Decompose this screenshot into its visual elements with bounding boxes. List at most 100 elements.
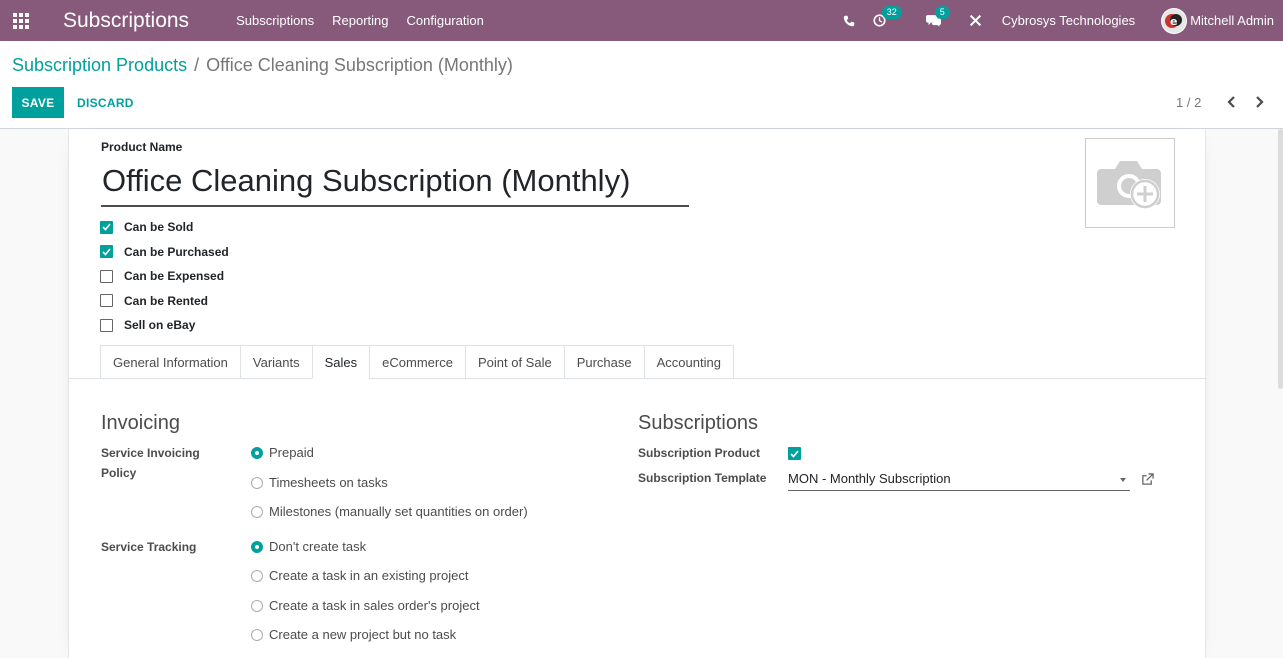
radio-button[interactable] (251, 476, 263, 489)
tracking-option-existing-project[interactable]: Create a task in an existing project (251, 568, 468, 583)
can-be-sold-row: Can be Sold (100, 215, 229, 240)
policy-option-milestones[interactable]: Milestones (manually set quantities on o… (251, 504, 528, 519)
page-scrollbar[interactable] (1278, 129, 1283, 389)
messages-count-badge: 5 (934, 6, 950, 19)
menu-reporting[interactable]: Reporting (323, 13, 397, 28)
subscription-product-label: Subscription Product (638, 446, 761, 460)
sell-on-ebay-checkbox[interactable] (100, 318, 113, 332)
subscription-template-label: Subscription Template (638, 471, 767, 485)
caret-down-icon[interactable] (1120, 478, 1126, 482)
sell-on-ebay-row: Sell on eBay (100, 313, 229, 338)
product-flags: Can be Sold Can be Purchased Can be Expe… (100, 215, 229, 338)
radio-button[interactable] (251, 505, 263, 518)
tracking-option-label: Create a task in sales order's project (269, 598, 480, 613)
tab-point-of-sale[interactable]: Point of Sale (464, 345, 564, 379)
apps-menu-button[interactable] (0, 0, 41, 41)
product-image-upload[interactable] (1085, 138, 1175, 228)
radio-button[interactable] (251, 569, 263, 582)
app-title[interactable]: Subscriptions (63, 9, 189, 33)
policy-option-label: Prepaid (269, 445, 314, 460)
tab-variants[interactable]: Variants (239, 345, 312, 379)
form-sheet: Product Name Office Cleaning Subscriptio… (68, 129, 1207, 658)
grid-icon (12, 12, 29, 29)
can-be-rented-checkbox[interactable] (100, 294, 113, 308)
tools-icon (969, 14, 981, 27)
activity-button[interactable]: 32 (873, 6, 902, 27)
pager-previous-button[interactable] (1224, 93, 1240, 111)
messages-button[interactable]: 5 (925, 6, 950, 27)
can-be-purchased-row: Can be Purchased (100, 240, 229, 265)
policy-option-prepaid[interactable]: Prepaid (251, 445, 314, 460)
check-icon (102, 248, 111, 256)
tab-general-information[interactable]: General Information (100, 345, 240, 379)
pager-value[interactable]: 1 / 2 (1176, 95, 1201, 110)
control-panel: Subscription Products / Office Cleaning … (0, 41, 1283, 129)
breadcrumb-separator: / (194, 55, 200, 75)
camera-add-icon (1097, 161, 1161, 209)
radio-button[interactable] (251, 628, 263, 641)
activity-count-badge: 32 (881, 6, 902, 19)
can-be-sold-checkbox[interactable] (100, 220, 113, 234)
product-name-label: Product Name (101, 140, 183, 154)
service-invoicing-policy-label: Service Invoicing (101, 446, 200, 460)
menu-configuration[interactable]: Configuration (397, 13, 492, 28)
menu-subscriptions[interactable]: Subscriptions (227, 13, 323, 28)
top-navbar: Subscriptions Subscriptions Reporting Co… (0, 0, 1283, 41)
notebook-tabs: General Information Variants Sales eComm… (100, 345, 734, 379)
breadcrumb-current: Office Cleaning Subscription (Monthly) (206, 55, 513, 75)
check-icon (790, 449, 799, 458)
user-avatar-icon: e (1162, 8, 1187, 33)
radio-button-selected[interactable] (251, 540, 263, 553)
policy-option-label: Milestones (manually set quantities on o… (269, 504, 528, 519)
can-be-sold-label: Can be Sold (124, 220, 194, 235)
tracking-option-so-project[interactable]: Create a task in sales order's project (251, 598, 480, 613)
breadcrumb-parent-link[interactable]: Subscription Products (12, 55, 187, 76)
subscription-template-select[interactable]: MON - Monthly Subscription (788, 467, 1130, 491)
service-invoicing-policy-label-cont: Policy (101, 466, 137, 480)
external-link-icon (1142, 473, 1154, 485)
pager-next-button[interactable] (1251, 93, 1267, 111)
tab-accounting[interactable]: Accounting (643, 345, 734, 379)
can-be-purchased-checkbox[interactable] (100, 245, 113, 259)
phone-icon (843, 15, 854, 26)
chevron-right-icon (1256, 96, 1264, 108)
radio-button[interactable] (251, 599, 263, 612)
user-name: Mitchell Admin (1190, 13, 1274, 28)
navbar-systray: 32 5 Cybrosys Technologies e Mitchell Ad… (827, 0, 1274, 41)
company-switcher[interactable]: Cybrosys Technologies (1002, 13, 1135, 28)
subscription-product-checkbox[interactable] (788, 447, 801, 460)
tab-purchase[interactable]: Purchase (563, 345, 644, 379)
tab-sales[interactable]: Sales (311, 345, 370, 379)
tracking-option-new-project[interactable]: Create a new project but no task (251, 627, 456, 642)
open-template-button[interactable] (1141, 473, 1154, 489)
can-be-expensed-checkbox[interactable] (100, 269, 113, 283)
chevron-left-icon (1227, 96, 1235, 108)
can-be-expensed-label: Can be Expensed (124, 269, 225, 284)
product-name-input[interactable]: Office Cleaning Subscription (Monthly) (101, 161, 689, 207)
svg-text:e: e (1170, 15, 1177, 28)
debug-tools-button[interactable] (969, 14, 982, 27)
policy-option-timesheets[interactable]: Timesheets on tasks (251, 475, 388, 490)
save-button[interactable]: SAVE (12, 87, 64, 118)
can-be-purchased-label: Can be Purchased (124, 244, 229, 259)
invoicing-section-title: Invoicing (101, 412, 180, 434)
user-menu[interactable]: e Mitchell Admin (1161, 7, 1274, 34)
subscriptions-section-title: Subscriptions (638, 412, 759, 434)
tracking-option-label: Create a new project but no task (269, 627, 457, 642)
main-menu: Subscriptions Reporting Configuration (227, 13, 493, 28)
phone-button[interactable] (843, 15, 855, 27)
can-be-rented-label: Can be Rented (124, 293, 209, 308)
check-icon (102, 223, 111, 231)
policy-option-label: Timesheets on tasks (269, 475, 388, 490)
subscription-template-value: MON - Monthly Subscription (788, 471, 951, 486)
tab-ecommerce[interactable]: eCommerce (369, 345, 465, 379)
can-be-rented-row: Can be Rented (100, 289, 229, 314)
breadcrumb: Subscription Products / Office Cleaning … (12, 55, 513, 76)
service-tracking-label: Service Tracking (101, 540, 197, 554)
avatar: e (1161, 7, 1188, 34)
tracking-option-label: Don't create task (269, 539, 367, 554)
can-be-expensed-row: Can be Expensed (100, 264, 229, 289)
radio-button-selected[interactable] (251, 446, 263, 459)
tracking-option-no-task[interactable]: Don't create task (251, 539, 366, 554)
discard-button[interactable]: DISCARD (72, 87, 139, 118)
